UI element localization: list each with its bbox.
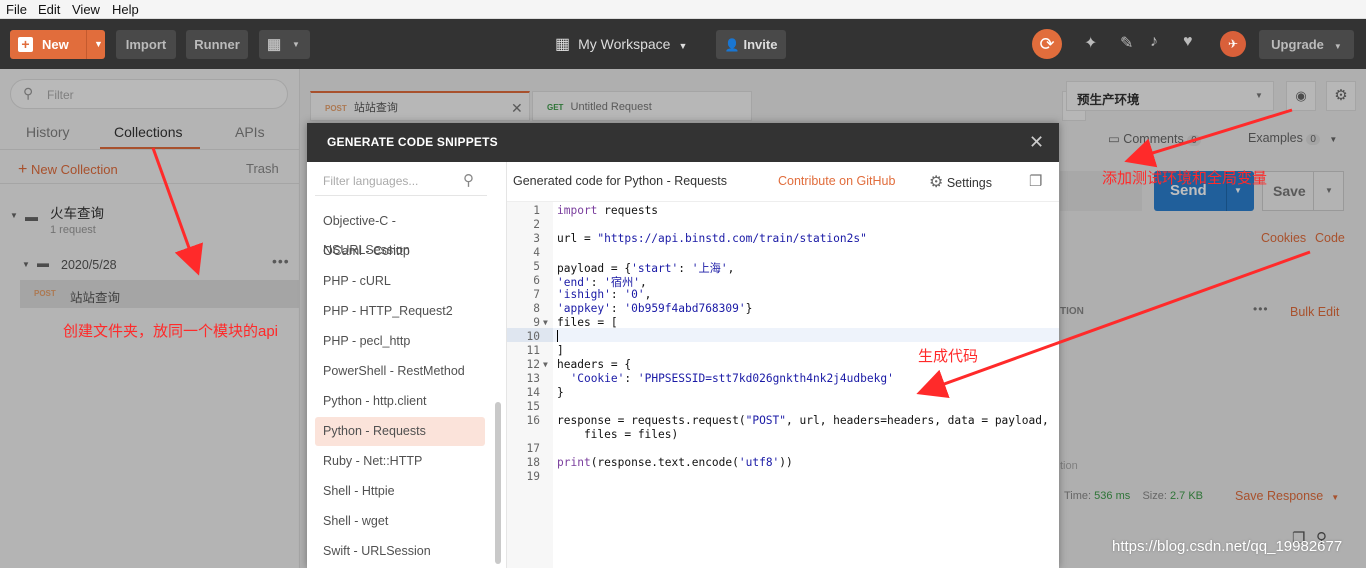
annotation-folder-note: 创建文件夹，放同一个模块的api <box>63 323 279 340</box>
arrow-to-code <box>916 250 1311 398</box>
arrow-to-folder <box>151 147 203 276</box>
arrow-to-environment <box>1124 108 1293 168</box>
annotation-arrows <box>151 108 1311 398</box>
annotation-code-note: 生成代码 <box>918 348 979 365</box>
annotation-env-note: 添加测试环境和全局变量 <box>1102 170 1268 187</box>
watermark: https://blog.csdn.net/qq_19982677 <box>1112 538 1343 555</box>
